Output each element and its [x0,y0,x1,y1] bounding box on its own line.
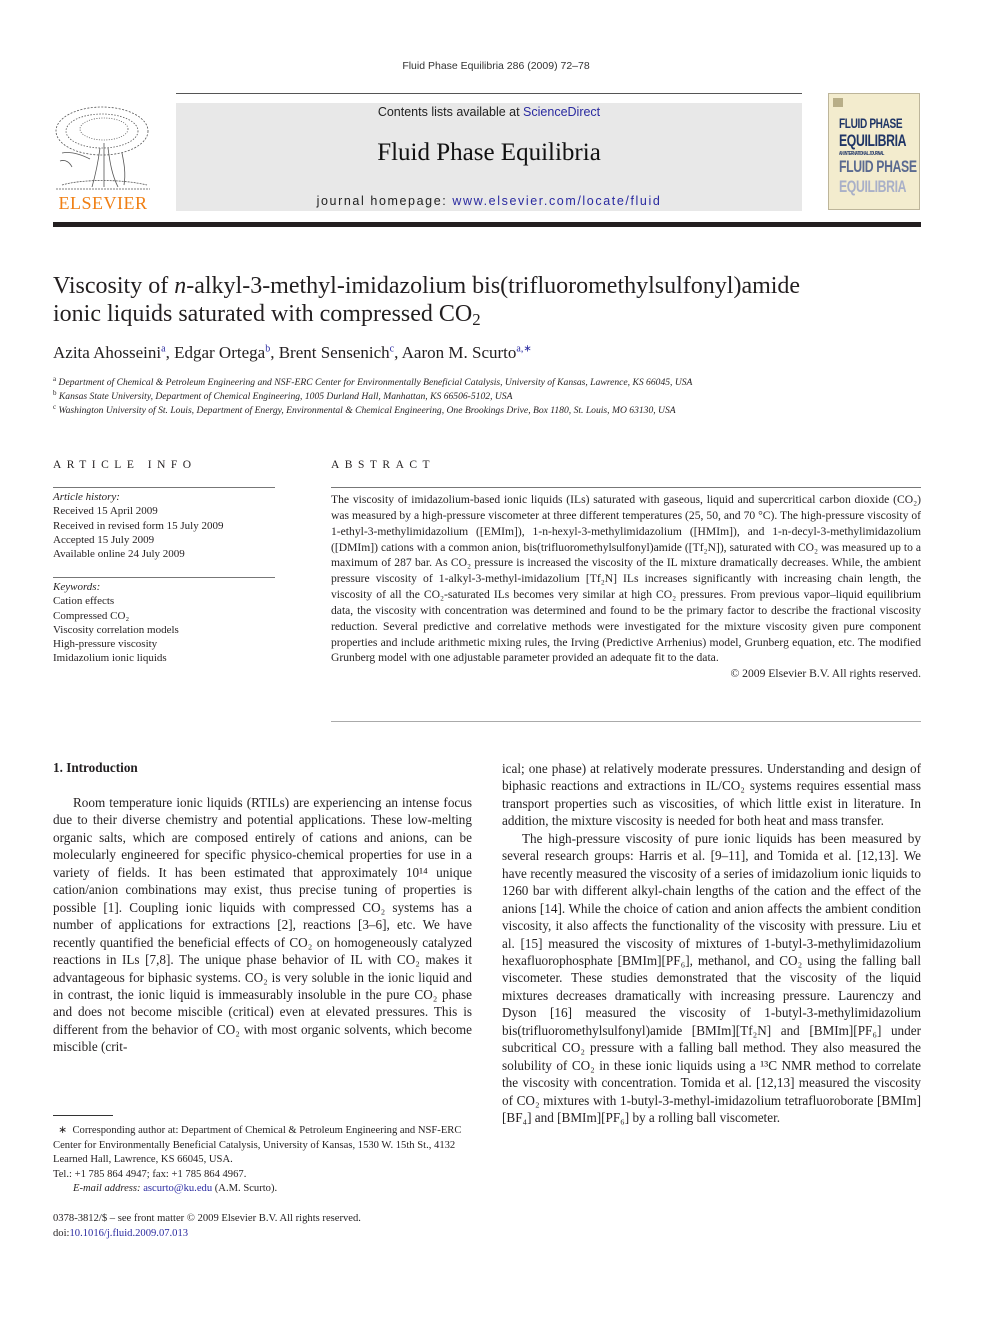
email-label: E-mail address: [73,1183,144,1194]
abstract-body: The viscosity of imidazolium-based ionic… [331,492,921,682]
separator: , [270,343,279,362]
sciencedirect-link[interactable]: ScienceDirect [523,105,600,119]
history-item: Accepted 15 July 2009 [53,533,155,546]
homepage-link[interactable]: www.elsevier.com/locate/fluid [452,194,661,208]
history-label: Article history: [53,491,120,503]
elsevier-wordmark: ELSEVIER [58,193,148,213]
doi-link[interactable]: 10.1016/j.fluid.2009.07.013 [69,1228,188,1239]
abstract-copyright: © 2009 Elsevier B.V. All rights reserved… [730,667,921,681]
affiliation-key: c [53,402,57,411]
cover-line: EQUILIBRIA [839,131,907,150]
title-italic: n [174,273,187,299]
contents-prefix: Contents lists available at [377,105,524,119]
keyword: Cation effects [53,595,115,608]
history-item: Received 15 April 2009 [53,505,158,518]
keyword: High-pressure viscosity [53,638,158,651]
cover-line: FLUID PHASE [839,157,917,176]
journal-cover-thumbnail[interactable]: FLUID PHASE EQUILIBRIA AN INTERNATIONAL … [828,93,920,210]
history-item: Received in revised form 15 July 2009 [53,519,224,532]
affiliation: c Washington University of St. Louis, De… [53,402,692,418]
affiliation-marker[interactable]: a,∗ [516,343,531,354]
author[interactable]: Brent Sensenichc [279,343,394,362]
author-name: Brent Sensenich [278,343,390,362]
cover-line: EQUILIBRIA [839,177,907,196]
abstract-heading: ABSTRACT [331,459,436,471]
contents-line: Contents lists available at ScienceDirec… [176,105,802,119]
title-text: ionic liquids saturated with compressed … [53,301,473,327]
abstract-rule-top [331,487,921,488]
author-name: Aaron M. Scurto [401,343,517,362]
issn-line: 0378-3812/$ – see front matter © 2009 El… [53,1213,361,1224]
separator: , [165,343,175,362]
affiliation-text: Department of Chemical & Petroleum Engin… [58,377,693,388]
affiliation-text: Washington University of St. Louis, Depa… [58,405,676,416]
author-name: Azita Ahosseini [53,343,162,362]
author-list: Azita Ahosseinia, Edgar Ortegab, Brent S… [53,343,532,363]
article-title: Viscosity of n-alkyl-3-methyl-imidazoliu… [53,272,923,328]
keywords-label: Keywords: [53,581,101,593]
article-info-heading: ARTICLE INFO [53,459,197,471]
section-heading-introduction: 1. Introduction [53,760,138,775]
journal-homepage: journal homepage: www.elsevier.com/locat… [176,194,802,208]
tree-icon [55,106,150,190]
footnote-phone: Tel.: +1 785 864 4947; fax: +1 785 864 4… [53,1168,247,1180]
keyword: Viscosity correlation models [53,623,179,636]
running-head: Fluid Phase Equilibria 286 (2009) 72–78 [402,60,590,72]
email-link[interactable]: ascurto@ku.edu [143,1183,212,1194]
history-item: Available online 24 July 2009 [53,548,185,561]
affiliation-text: Kansas State University, Department of C… [58,391,513,402]
email-suffix: (A.M. Scurto). [212,1183,278,1194]
title-text: -alkyl-3-methyl-imidazolium bis(trifluor… [186,273,801,299]
footnote-rule [53,1115,113,1116]
journal-banner: Contents lists available at ScienceDirec… [176,103,802,211]
affiliation: b Kansas State University, Department of… [53,388,692,404]
header-thick-rule [53,222,921,227]
body-column-left: Room temperature ionic liquids (RTILs) a… [53,794,472,1056]
affiliation-key: b [53,388,57,397]
affiliations: a Department of Chemical & Petroleum Eng… [53,374,693,418]
author[interactable]: Azita Ahosseinia [53,343,166,362]
cover-line: FLUID PHASE [839,115,903,131]
title-text: Viscosity of [53,273,175,299]
author-name: Edgar Ortega [174,343,266,362]
homepage-prefix: journal homepage: [316,194,453,208]
keyword: Compressed CO₂ [53,609,130,622]
front-matter: 0378-3812/$ – see front matter © 2009 El… [53,1212,473,1241]
doi-label: doi: [53,1227,70,1239]
affiliation: a Department of Chemical & Petroleum Eng… [53,374,693,390]
journal-title: Fluid Phase Equilibria [377,139,601,166]
header-rule [176,93,802,94]
separator: , [394,343,402,362]
abstract-rule-bottom [331,721,921,722]
affiliation-key: a [53,374,57,383]
corresponding-author-footnote: ∗ Corresponding author at: Department of… [53,1124,473,1197]
footnote-text: Corresponding author at: Department of C… [53,1125,462,1165]
cover-publisher-mark-icon [833,98,843,107]
author[interactable]: Edgar Ortegab [174,343,270,362]
author[interactable]: Aaron M. Scurtoa,∗ [402,343,532,362]
keyword: Imidazolium ionic liquids [53,652,167,665]
paragraph: ical; one phase) at relatively moderate … [502,761,921,829]
keywords-rule [53,577,275,578]
abstract-text: The viscosity of imidazolium-based ionic… [331,493,921,665]
keywords: Keywords: Cation effects Compressed CO₂ … [53,580,275,666]
paragraph: Room temperature ionic liquids (RTILs) a… [53,795,472,1055]
paragraph: The high-pressure viscosity of pure ioni… [502,830,921,1126]
body-column-right: ical; one phase) at relatively moderate … [502,760,921,1127]
footnote-marker: ∗ [58,1125,68,1136]
article-history: Article history: Received 15 April 2009 … [53,490,275,561]
article-info-rule [53,487,275,488]
title-subscript: 2 [472,310,481,330]
